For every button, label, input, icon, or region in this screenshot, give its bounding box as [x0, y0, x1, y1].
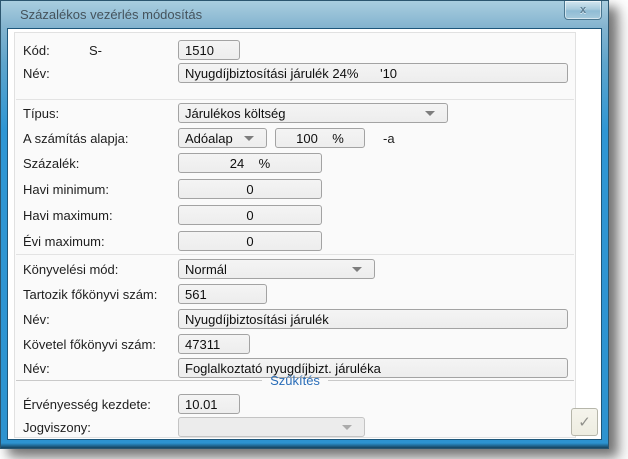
tipus-select[interactable]: Járulékos költség: [178, 103, 448, 123]
section-separator: [16, 254, 574, 255]
divider-line: [16, 380, 262, 381]
havi-maximum-label: Havi maximum:: [23, 208, 113, 223]
chevron-down-icon: [425, 111, 435, 116]
tartozik-fokonyvi-szam-label: Tartozik főkönyvi szám:: [23, 287, 157, 302]
chevron-down-icon: [342, 425, 352, 430]
titlebar[interactable]: Százalékos vezérlés módosítás: [1, 1, 608, 28]
kovetel-fokonyvi-szam-label: Követel főkönyvi szám:: [23, 337, 156, 352]
evi-maximum-input[interactable]: 0: [178, 231, 322, 251]
field-row-kod: Kód: S- 1510: [23, 40, 569, 60]
dialog-body: Kód: S- 1510 Név: Nyugdíjbiztosítási jár…: [7, 28, 602, 440]
nev2-input[interactable]: Nyugdíjbiztosítási járulék: [178, 309, 568, 329]
kod-input[interactable]: 1510: [178, 40, 240, 60]
field-row-tipus: Típus: Járulékos költség: [23, 103, 569, 123]
szamitas-alapja-label: A számítás alapja:: [23, 131, 129, 146]
szazalek-label: Százalék:: [23, 156, 79, 171]
szukites-divider: Szűkítés: [16, 372, 574, 388]
window-title: Százalékos vezérlés módosítás: [20, 7, 202, 22]
jogviszony-select[interactable]: [178, 417, 365, 437]
havi-minimum-label: Havi minimum:: [23, 182, 109, 197]
kod-prefix: S-: [89, 43, 102, 58]
field-row-szamitas-alapja: A számítás alapja: Adóalap 100 % -a: [23, 128, 569, 148]
konyvelesi-mod-value: Normál: [185, 262, 352, 277]
check-icon: ✓: [578, 415, 591, 430]
field-row-nev2: Név: Nyugdíjbiztosítási járulék: [23, 309, 569, 329]
confirm-button[interactable]: ✓: [571, 408, 598, 436]
szamitas-alapja-value: Adóalap: [185, 131, 244, 146]
field-row-szazalek: Százalék: 24 %: [23, 153, 569, 173]
szamitas-alapja-percent-input[interactable]: 100 %: [275, 128, 365, 148]
close-button[interactable]: x: [564, 1, 602, 20]
evi-maximum-label: Évi maximum:: [23, 234, 105, 249]
ervenyesseg-kezdete-input[interactable]: 10.01: [178, 394, 240, 414]
close-icon: x: [580, 5, 586, 16]
kovetel-fokonyvi-szam-input[interactable]: 47311: [178, 334, 250, 354]
form-panel: Kód: S- 1510 Név: Nyugdíjbiztosítási jár…: [14, 32, 576, 438]
szukites-link[interactable]: Szűkítés: [262, 373, 328, 388]
kod-label-cell: Kód: S-: [23, 43, 178, 58]
chevron-down-icon: [244, 136, 254, 141]
nev1-input[interactable]: Nyugdíjbiztosítási járulék 24% '10: [178, 63, 568, 83]
section-separator: [16, 99, 574, 100]
tipus-value: Járulékos költség: [185, 106, 425, 121]
field-row-jogviszony: Jogviszony:: [23, 417, 569, 437]
konyvelesi-mod-select[interactable]: Normál: [178, 259, 375, 279]
szamitas-alapja-suffix: -a: [383, 131, 395, 146]
chevron-down-icon: [352, 267, 362, 272]
havi-maximum-input[interactable]: 0: [178, 205, 322, 225]
szazalek-input[interactable]: 24 %: [178, 153, 322, 173]
nev2-label: Név:: [23, 312, 50, 327]
field-row-kovetel-fokonyvi-szam: Követel főkönyvi szám: 47311: [23, 334, 569, 354]
konyvelesi-mod-label: Könyvelési mód:: [23, 262, 118, 277]
kod-label: Kód:: [23, 43, 89, 58]
divider-line: [328, 380, 574, 381]
havi-minimum-input[interactable]: 0: [178, 179, 322, 199]
field-row-konyvelesi-mod: Könyvelési mód: Normál: [23, 259, 569, 279]
field-row-evi-maximum: Évi maximum: 0: [23, 231, 569, 251]
field-row-havi-maximum: Havi maximum: 0: [23, 205, 569, 225]
ervenyesseg-kezdete-label: Érvényesség kezdete:: [23, 397, 151, 412]
tartozik-fokonyvi-szam-input[interactable]: 561: [178, 284, 267, 304]
tipus-label: Típus:: [23, 106, 59, 121]
jogviszony-label: Jogviszony:: [23, 420, 91, 435]
field-row-nev1: Név: Nyugdíjbiztosítási járulék 24% '10: [23, 63, 569, 83]
szamitas-alapja-select[interactable]: Adóalap: [178, 128, 267, 148]
nev1-label: Név:: [23, 66, 50, 81]
dialog-window: Százalékos vezérlés módosítás x Kód: S- …: [0, 0, 609, 449]
field-row-tartozik-fokonyvi-szam: Tartozik főkönyvi szám: 561: [23, 284, 569, 304]
field-row-havi-minimum: Havi minimum: 0: [23, 179, 569, 199]
field-row-ervenyesseg-kezdete: Érvényesség kezdete: 10.01: [23, 394, 569, 414]
